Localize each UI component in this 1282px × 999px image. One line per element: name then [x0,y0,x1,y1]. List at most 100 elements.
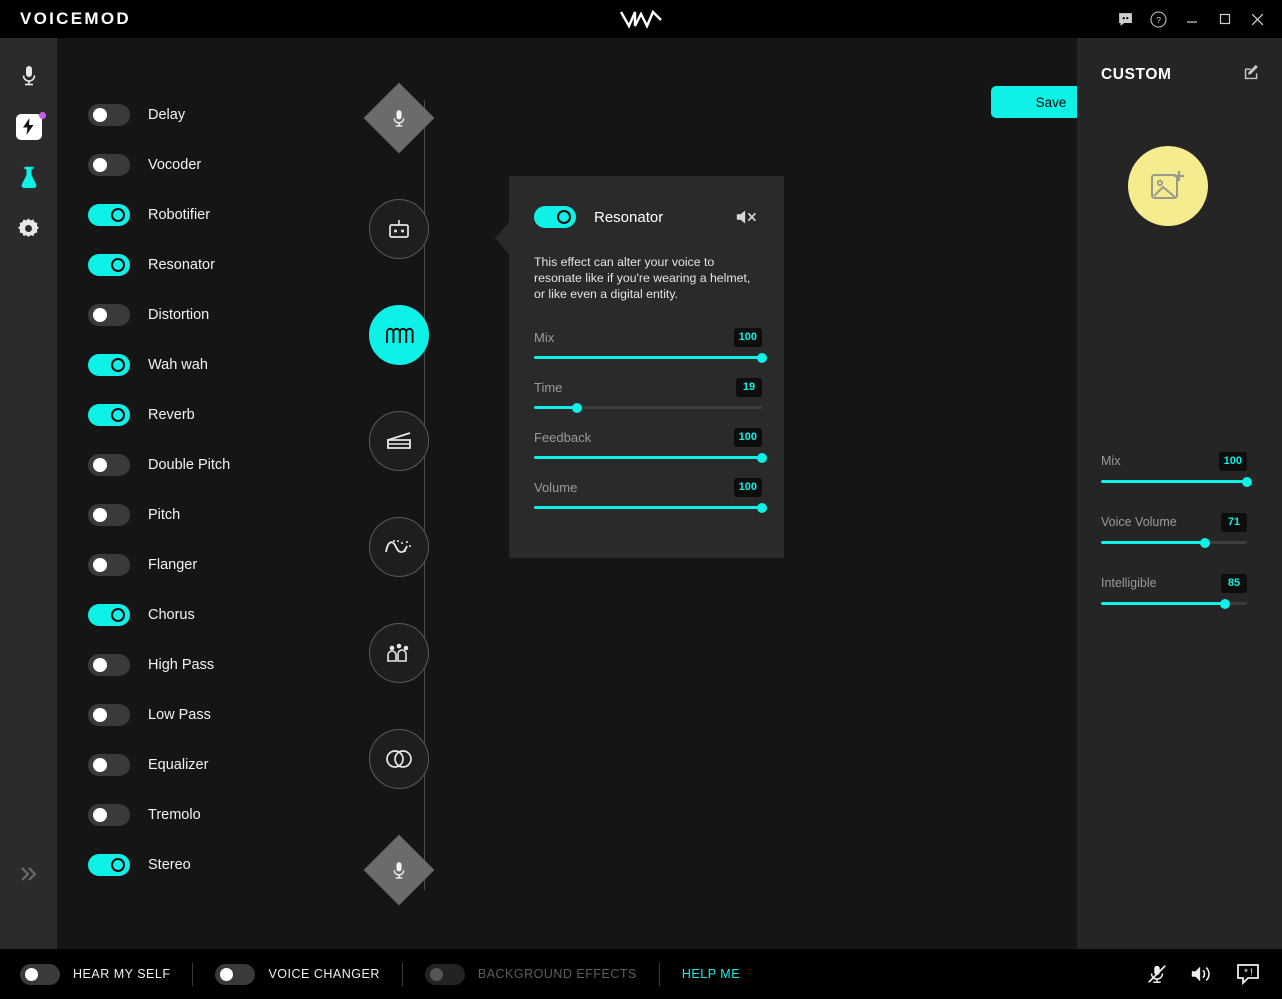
slider-track[interactable] [1101,480,1247,483]
voice-changer-toggle[interactable] [215,964,255,985]
close-button[interactable] [1241,0,1274,38]
minimize-button[interactable] [1175,0,1208,38]
effect-row-wah-wah[interactable]: Wah wah [88,340,338,390]
effect-toggle-distortion[interactable] [88,304,130,326]
panel-enable-toggle[interactable] [534,206,576,228]
effect-row-flanger[interactable]: Flanger [88,540,338,590]
slider-knob[interactable] [757,353,767,363]
chain-node-reverb[interactable] [369,517,429,577]
preset-sliders: Mix 100 Voice Volume 71 [1101,450,1247,622]
effect-toggle-delay[interactable] [88,104,130,126]
effect-toggle-vocoder[interactable] [88,154,130,176]
effect-toggle-wah-wah[interactable] [88,354,130,376]
slider-feedback: Feedback 100 [534,426,762,459]
effect-toggle-low-pass[interactable] [88,704,130,726]
effect-row-robotifier[interactable]: Robotifier [88,190,338,240]
rail-item-microphone[interactable] [0,50,57,101]
chain-node-output-microphone[interactable] [369,840,429,900]
slider-label: Mix [534,330,734,345]
preset-slider-voice-volume: Voice Volume 71 [1101,511,1247,544]
two-circles-icon [383,748,415,770]
discord-button[interactable] [1109,0,1142,38]
svg-text:!: ! [1250,968,1253,979]
background-effects-toggle[interactable] [425,964,465,985]
question-circle-icon: ? [1149,10,1168,29]
panel-mute-button[interactable] [735,208,759,226]
effect-row-pitch[interactable]: Pitch [88,490,338,540]
effect-row-double-pitch[interactable]: Double Pitch [88,440,338,490]
slider-knob[interactable] [1220,599,1230,609]
effect-toggle-tremolo[interactable] [88,804,130,826]
help-me-link[interactable]: HELP ME [682,967,740,981]
effect-label: Resonator [148,257,215,273]
bottom-separator [192,963,193,986]
effect-toggle-robotifier[interactable] [88,204,130,226]
maximize-button[interactable] [1208,0,1241,38]
effect-row-low-pass[interactable]: Low Pass [88,690,338,740]
effect-row-reverb[interactable]: Reverb [88,390,338,440]
effect-toggle-flanger[interactable] [88,554,130,576]
effect-row-equalizer[interactable]: Equalizer [88,740,338,790]
preset-avatar-button[interactable] [1128,146,1208,226]
effect-toggle-pitch[interactable] [88,504,130,526]
hear-my-self-toggle[interactable] [20,964,60,985]
chain-node-shape [364,83,435,154]
edit-preset-button[interactable] [1243,64,1260,86]
slider-track[interactable] [534,456,762,459]
slider-track[interactable] [1101,602,1247,605]
chain-node-robotifier[interactable] [369,199,429,259]
chain-node-shape [369,517,429,577]
effect-row-high-pass[interactable]: High Pass [88,640,338,690]
effect-toggle-stereo[interactable] [88,854,130,876]
slider-knob[interactable] [757,453,767,463]
speaker-volume-button[interactable] [1190,963,1214,985]
effect-toggle-chorus[interactable] [88,604,130,626]
slider-knob[interactable] [572,403,582,413]
rail-item-settings[interactable] [0,203,57,254]
panel-description: This effect can alter your voice to reso… [534,254,759,302]
double-chevron-right-icon [18,865,40,883]
effect-row-chorus[interactable]: Chorus [88,590,338,640]
chain-node-stereo[interactable] [369,729,429,789]
slider-knob[interactable] [757,503,767,513]
left-rail [0,38,57,949]
slider-knob[interactable] [1242,477,1252,487]
chain-node-wah-wah[interactable] [369,411,429,471]
slider-value: 85 [1221,574,1247,593]
mic-mute-button[interactable] [1146,963,1168,985]
hear-my-self-control[interactable]: HEAR MY SELF [20,964,170,985]
slider-track[interactable] [534,356,762,359]
voice-changer-control[interactable]: VOICE CHANGER [215,964,379,985]
title-bar: VOICEMOD ? [0,0,1282,38]
slider-track[interactable] [534,406,762,409]
rail-item-soundboard[interactable] [0,101,57,152]
notification-button[interactable]: * ! [1236,963,1260,985]
effect-row-vocoder[interactable]: Vocoder [88,140,338,190]
panel-pointer [495,222,509,254]
background-effects-control[interactable]: BACKGROUND EFFECTS [425,964,637,985]
preset-title: CUSTOM [1101,66,1243,84]
effect-row-tremolo[interactable]: Tremolo [88,790,338,840]
chain-node-resonator[interactable] [369,305,429,365]
effect-toggle-high-pass[interactable] [88,654,130,676]
slider-knob[interactable] [1200,538,1210,548]
rail-item-voicelab[interactable] [0,152,57,203]
effect-toggle-double-pitch[interactable] [88,454,130,476]
effect-row-resonator[interactable]: Resonator [88,240,338,290]
effect-toggle-resonator[interactable] [88,254,130,276]
rail-collapse-button[interactable] [0,854,57,894]
soundboard-badge [39,112,46,119]
chain-node-chorus[interactable] [369,623,429,683]
slider-track[interactable] [534,506,762,509]
effect-row-stereo[interactable]: Stereo [88,840,338,890]
lightning-bolt-icon [22,118,35,135]
effect-toggle-equalizer[interactable] [88,754,130,776]
slider-value: 100 [1219,452,1247,471]
close-icon [1250,12,1265,27]
help-button[interactable]: ? [1142,0,1175,38]
chain-node-input-microphone[interactable] [369,88,429,148]
slider-track[interactable] [1101,541,1247,544]
effect-toggle-reverb[interactable] [88,404,130,426]
effect-row-delay[interactable]: Delay [88,90,338,140]
effect-row-distortion[interactable]: Distortion [88,290,338,340]
